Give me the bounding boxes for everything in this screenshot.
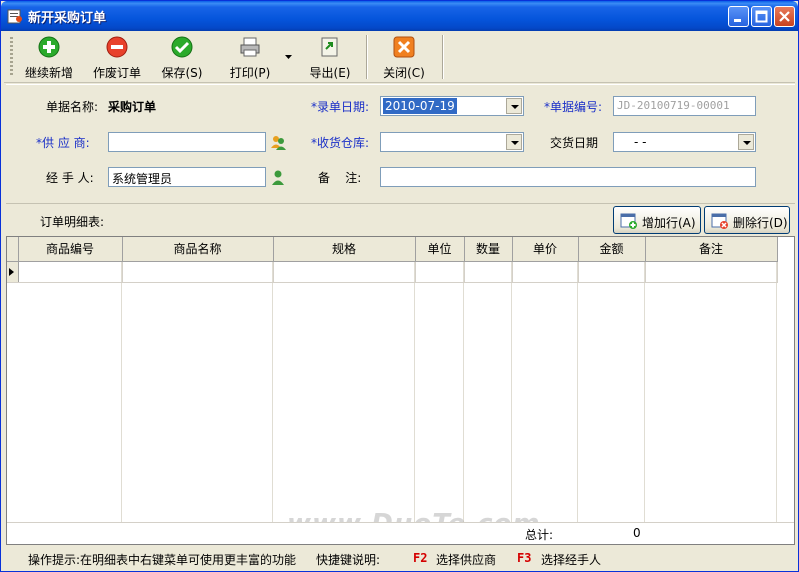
add-row-button[interactable]: 增加行(A) (613, 206, 701, 234)
column-header[interactable]: 备注 (645, 237, 778, 262)
doc-name-label: 单据名称: (46, 100, 99, 114)
total-value: 0 (633, 526, 641, 540)
table-cell[interactable] (18, 261, 123, 283)
warehouse-select[interactable] (380, 132, 524, 152)
delete-row-icon (711, 213, 728, 229)
shortcut-label: 快捷键说明: (316, 553, 381, 567)
detail-header-bar: 订单明细表: 增加行(A) 删除行(D) (6, 203, 795, 236)
toolbar-separator (366, 35, 368, 79)
maximize-button[interactable] (751, 6, 772, 27)
table-cell[interactable] (512, 261, 579, 283)
export-icon (321, 37, 338, 57)
f2-key: F2 (413, 551, 428, 565)
warehouse-label: *收货仓库: (311, 136, 370, 150)
handler-label: 经 手 人: (46, 171, 94, 185)
warehouse-value (383, 134, 387, 150)
toolbar-separator (442, 35, 444, 79)
column-header[interactable]: 金额 (578, 237, 646, 262)
select-handler-icon[interactable] (270, 169, 286, 185)
close-window-button[interactable] (774, 6, 795, 27)
title-bar[interactable]: 新开采购订单 (1, 1, 798, 31)
table-row[interactable] (7, 261, 778, 283)
add-row-icon (620, 213, 637, 229)
select-supplier-icon[interactable] (270, 134, 286, 150)
delete-row-button[interactable]: 删除行(D) (704, 206, 790, 234)
current-row-indicator (7, 261, 19, 283)
toolbar: 继续新增 作废订单 保存(S) 打印(P) 导出(E) 关闭(C) (4, 31, 795, 83)
row-pointer-icon (9, 267, 14, 276)
close-x-icon (393, 36, 415, 58)
total-row: 总计: 0 (7, 522, 794, 544)
minimize-button[interactable] (728, 6, 749, 27)
doc-no-field: JD-20100719-00001 (613, 96, 756, 116)
handler-field[interactable]: 系统管理员 (108, 167, 266, 187)
entry-date-picker[interactable]: 2010-07-19 (380, 96, 524, 116)
table-cell[interactable] (273, 261, 416, 283)
order-detail-grid[interactable]: 商品编号 商品名称 规格 单位 数量 单价 金额 备注 总计: 0 (6, 236, 795, 545)
detail-table: 商品编号 商品名称 规格 单位 数量 单价 金额 备注 (7, 237, 778, 283)
minus-icon (106, 36, 128, 58)
chevron-down-icon[interactable] (506, 98, 522, 114)
f3-desc: 选择经手人 (541, 553, 602, 567)
delivery-date-label: 交货日期 (550, 136, 599, 150)
toolbar-grip[interactable] (10, 37, 13, 77)
column-header[interactable]: 单位 (415, 237, 465, 262)
checkmark-icon (171, 36, 193, 58)
column-header[interactable]: 单价 (512, 237, 579, 262)
minimize-icon (734, 19, 741, 22)
add-new-button[interactable]: 继续新增 (18, 33, 80, 81)
close-button[interactable]: 关闭(C) (376, 33, 432, 81)
export-button[interactable]: 导出(E) (302, 33, 358, 81)
doc-name-value: 采购订单 (108, 100, 157, 114)
total-label: 总计: (525, 528, 554, 542)
purchase-order-window: 新开采购订单 继续新增 作废订单 保存(S) 打印(P) 导出(E) 关闭(C)… (0, 0, 799, 572)
table-cell[interactable] (122, 261, 274, 283)
supplier-label: *供 应 商: (36, 136, 90, 150)
app-icon (7, 9, 22, 24)
column-header[interactable]: 数量 (464, 237, 513, 262)
operation-tip: 操作提示:在明细表中右键菜单可使用更丰富的功能 (28, 553, 297, 567)
delivery-date-value: - - (634, 135, 647, 149)
column-header[interactable]: 商品名称 (122, 237, 274, 262)
detail-title: 订单明细表: (40, 215, 105, 229)
table-cell[interactable] (645, 261, 778, 283)
table-cell[interactable] (464, 261, 513, 283)
print-button[interactable]: 打印(P) (222, 33, 278, 81)
status-bar: 操作提示:在明细表中右键菜单可使用更丰富的功能 快捷键说明: F2 选择供应商 … (6, 546, 795, 570)
save-button[interactable]: 保存(S) (154, 33, 210, 81)
delivery-date-picker[interactable]: - - (613, 132, 756, 152)
table-header-row: 商品编号 商品名称 规格 单位 数量 单价 金额 备注 (7, 237, 778, 262)
chevron-down-icon[interactable] (506, 134, 522, 150)
dropdown-arrow-icon (285, 55, 292, 59)
column-header[interactable]: 规格 (273, 237, 416, 262)
close-icon (779, 11, 790, 22)
plus-icon (38, 36, 60, 58)
order-header-form: 单据名称: 采购订单 *录单日期: 2010-07-19 *单据编号: JD-2… (6, 84, 795, 202)
printer-icon (240, 37, 260, 57)
maximize-icon (755, 10, 768, 23)
column-header[interactable]: 商品编号 (18, 237, 123, 262)
chevron-down-icon[interactable] (738, 134, 754, 150)
entry-date-label: *录单日期: (311, 100, 370, 114)
print-dropdown-button[interactable] (282, 33, 294, 81)
doc-no-label: *单据编号: (544, 100, 603, 114)
void-order-button[interactable]: 作废订单 (86, 33, 148, 81)
window-title: 新开采购订单 (28, 11, 107, 26)
table-cell[interactable] (415, 261, 465, 283)
supplier-field[interactable] (108, 132, 266, 152)
entry-date-value: 2010-07-19 (383, 98, 457, 114)
f2-desc: 选择供应商 (436, 553, 497, 567)
remark-field[interactable] (380, 167, 756, 187)
f3-key: F3 (517, 551, 532, 565)
remark-label: 备 注: (318, 171, 362, 185)
table-cell[interactable] (578, 261, 646, 283)
